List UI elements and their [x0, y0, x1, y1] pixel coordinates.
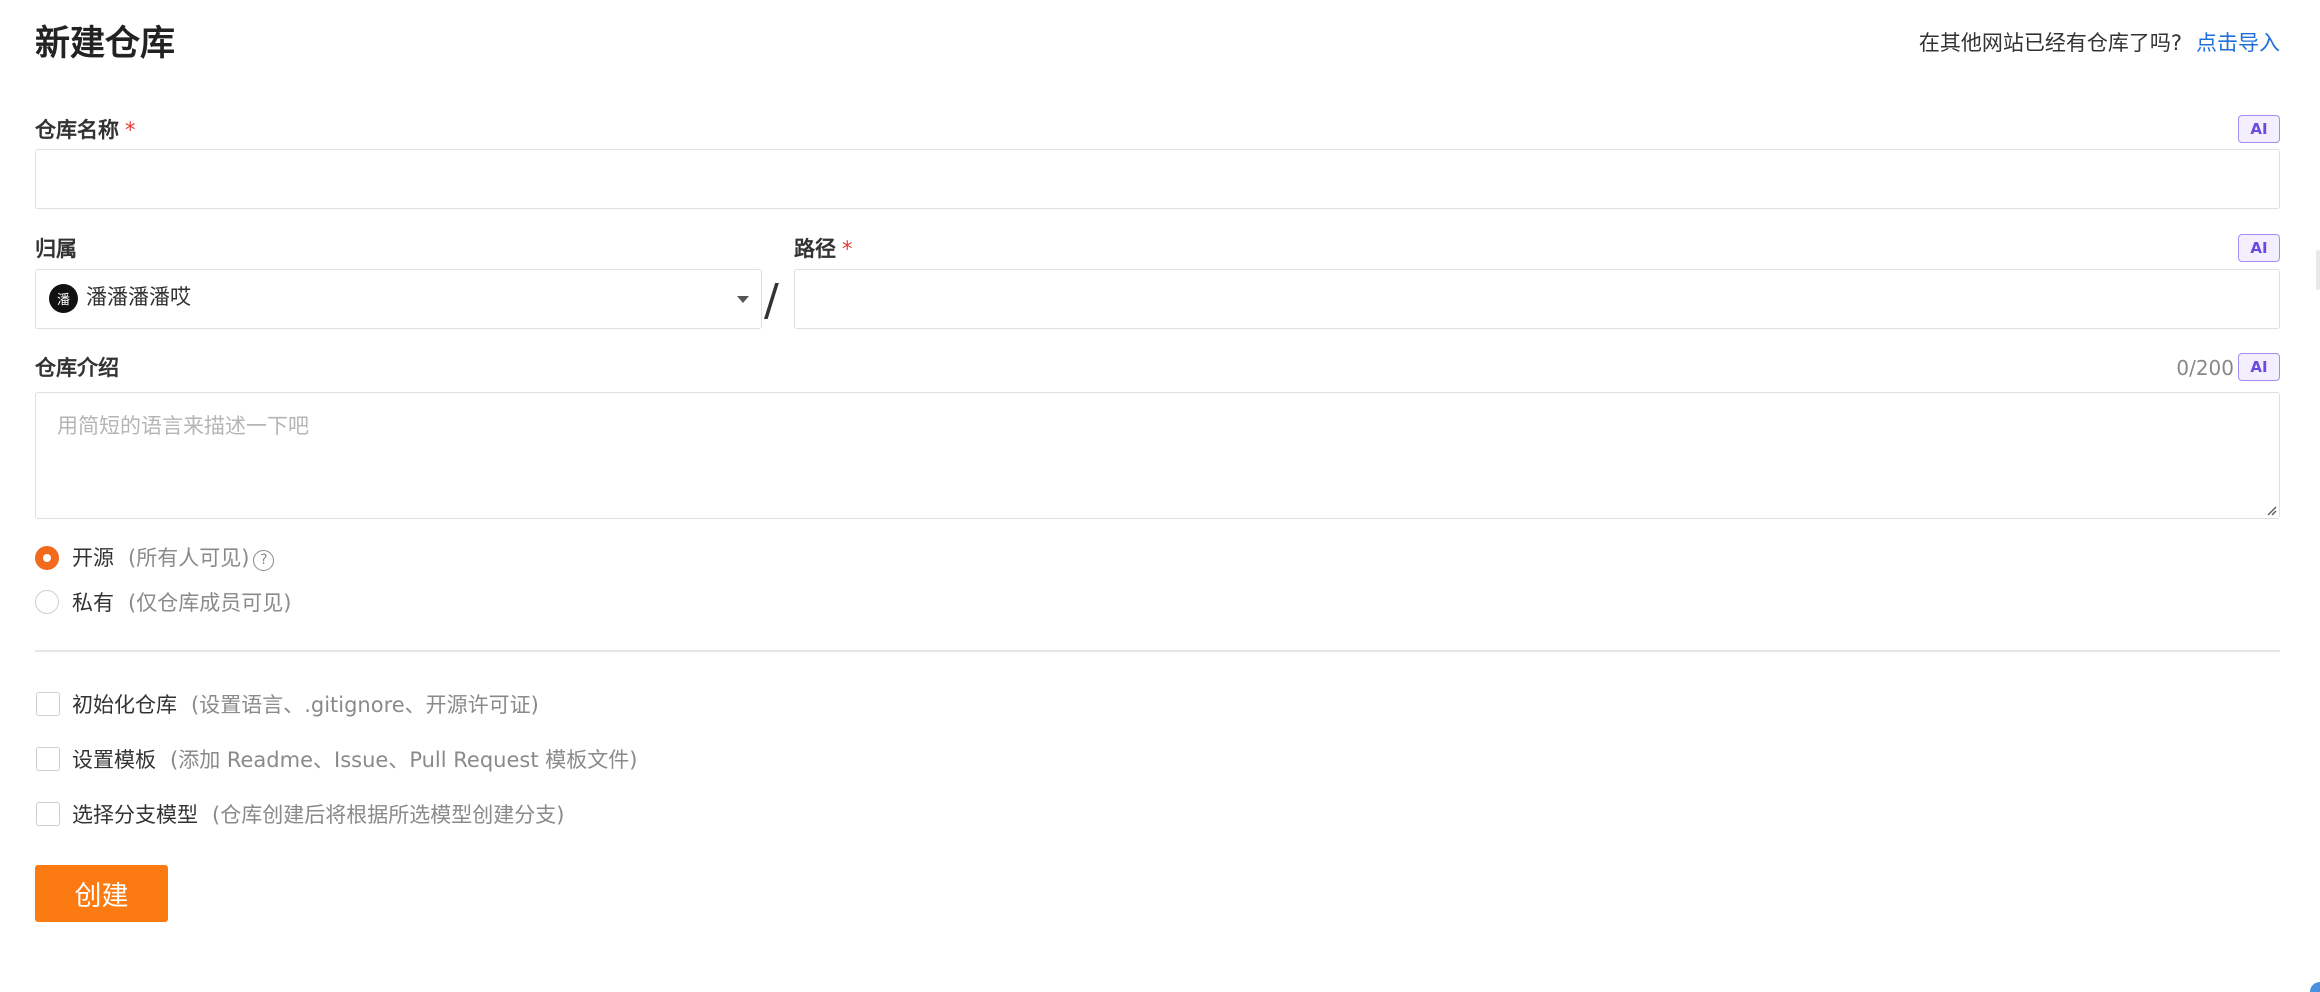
- resize-handle-icon[interactable]: [2265, 504, 2277, 516]
- option-branch-model-label: 选择分支模型: [72, 803, 198, 827]
- path-label: 路径 *: [794, 234, 853, 264]
- option-public-hint: (所有人可见): [128, 546, 250, 570]
- checkbox-branch-model[interactable]: [36, 802, 60, 826]
- import-hint: 在其他网站已经有仓库了吗? 点击导入: [1919, 28, 2280, 58]
- path-label-text: 路径: [794, 237, 836, 261]
- required-mark: *: [842, 237, 853, 261]
- repo-name-ai-button[interactable]: AI: [2238, 115, 2280, 143]
- repo-name-label-text: 仓库名称: [35, 118, 119, 142]
- option-private-label: 私有: [72, 591, 114, 615]
- corner-decoration: [2310, 982, 2320, 992]
- owner-select[interactable]: 潘 潘潘潘潘哎: [35, 269, 762, 329]
- description-label: 仓库介绍: [35, 356, 119, 380]
- create-button[interactable]: 创建: [35, 865, 168, 922]
- edge-scroll-indicator: [2316, 250, 2320, 290]
- chevron-down-icon: [737, 296, 749, 303]
- option-init-repo-label: 初始化仓库: [72, 693, 177, 717]
- path-ai-button[interactable]: AI: [2238, 234, 2280, 262]
- checkbox-templates[interactable]: [36, 747, 60, 771]
- radio-private[interactable]: [35, 590, 59, 614]
- repo-name-input[interactable]: [35, 149, 2280, 209]
- divider: [35, 650, 2280, 652]
- option-public-label: 开源: [72, 546, 114, 570]
- import-link[interactable]: 点击导入: [2196, 31, 2280, 55]
- description-placeholder: 用简短的语言来描述一下吧: [57, 414, 309, 438]
- checkbox-init-repo[interactable]: [36, 692, 60, 716]
- option-branch-model-hint: (仓库创建后将根据所选模型创建分支): [212, 803, 565, 827]
- option-templates[interactable]: 设置模板 (添加 Readme、Issue、Pull Request 模板文件): [72, 745, 637, 775]
- option-init-repo[interactable]: 初始化仓库 (设置语言、.gitignore、开源许可证): [72, 690, 539, 720]
- radio-public[interactable]: [35, 546, 59, 570]
- option-templates-hint: (添加 Readme、Issue、Pull Request 模板文件): [170, 748, 638, 772]
- required-mark: *: [125, 118, 136, 142]
- owner-selected-value: 潘潘潘潘哎: [86, 285, 191, 309]
- option-private-hint: (仅仓库成员可见): [128, 591, 292, 615]
- option-templates-label: 设置模板: [72, 748, 156, 772]
- option-branch-model[interactable]: 选择分支模型 (仓库创建后将根据所选模型创建分支): [72, 800, 564, 830]
- import-hint-text: 在其他网站已经有仓库了吗?: [1918, 31, 2182, 55]
- help-icon[interactable]: ?: [253, 550, 275, 571]
- owner-label: 归属: [35, 237, 77, 261]
- option-init-repo-hint: (设置语言、.gitignore、开源许可证): [191, 693, 539, 717]
- page-title: 新建仓库: [35, 24, 176, 64]
- description-counter: 0/200: [2176, 356, 2234, 380]
- path-separator: /: [764, 275, 779, 326]
- description-textarea[interactable]: 用简短的语言来描述一下吧: [35, 392, 2280, 519]
- owner-avatar: 潘: [49, 284, 78, 313]
- option-public[interactable]: 开源 (所有人可见)?: [72, 543, 275, 573]
- path-input[interactable]: [794, 269, 2280, 329]
- option-private[interactable]: 私有 (仅仓库成员可见): [72, 588, 291, 618]
- repo-name-label: 仓库名称 *: [35, 115, 136, 145]
- description-ai-button[interactable]: AI: [2238, 353, 2280, 381]
